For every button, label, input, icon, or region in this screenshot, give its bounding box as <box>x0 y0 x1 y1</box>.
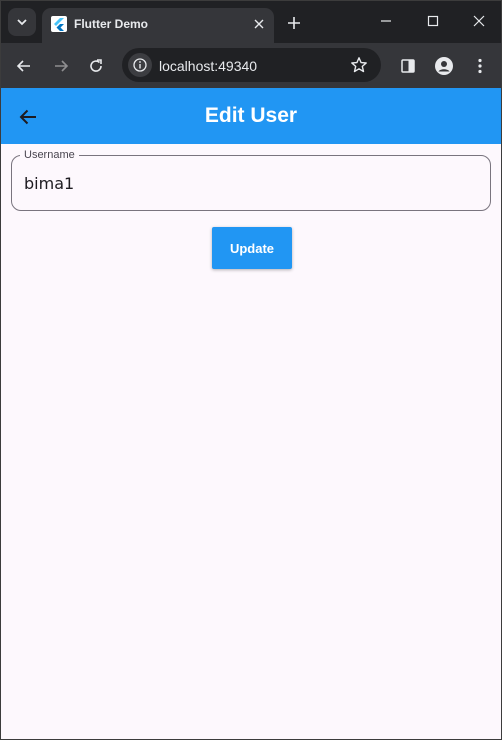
browser-menu-button[interactable] <box>466 52 494 80</box>
new-tab-button[interactable] <box>283 12 305 34</box>
reload-button[interactable] <box>82 52 110 80</box>
bookmark-button[interactable] <box>348 54 370 76</box>
page-title: Edit User <box>204 104 298 127</box>
close-icon <box>473 15 485 27</box>
plus-icon <box>288 17 300 29</box>
browser-toolbar: localhost:49340 <box>1 43 501 88</box>
browser-tab[interactable]: Flutter Demo <box>42 8 274 43</box>
app-bar: Edit User <box>1 88 501 144</box>
username-field[interactable]: Username <box>11 149 491 211</box>
site-info-button[interactable] <box>128 53 152 77</box>
window-close-button[interactable] <box>464 8 494 34</box>
minimize-icon <box>381 20 391 22</box>
tab-title: Flutter Demo <box>74 17 149 31</box>
minimize-button[interactable] <box>371 8 401 34</box>
arrow-left-icon <box>16 60 30 72</box>
url-text: localhost:49340 <box>159 58 258 74</box>
info-icon <box>133 58 147 72</box>
side-panel-button[interactable] <box>394 52 422 80</box>
star-icon <box>351 57 367 73</box>
reload-icon <box>90 59 102 72</box>
username-input[interactable] <box>24 174 474 193</box>
close-icon <box>254 19 264 29</box>
chevron-down-icon <box>17 19 27 26</box>
forward-button[interactable] <box>47 52 75 80</box>
browser-window: Flutter Demo localhost:49340 Edit User U… <box>0 0 502 740</box>
account-icon <box>435 57 453 75</box>
profile-button[interactable] <box>430 52 458 80</box>
app-page: Edit User Username Update <box>1 88 501 739</box>
arrow-right-icon <box>55 60 69 72</box>
more-vert-icon <box>478 58 482 74</box>
tab-close-button[interactable] <box>250 15 268 33</box>
address-bar[interactable]: localhost:49340 <box>122 48 381 82</box>
side-panel-icon <box>401 59 415 73</box>
back-button[interactable] <box>10 52 38 80</box>
tab-strip: Flutter Demo <box>1 1 501 43</box>
tab-search-button[interactable] <box>8 8 36 36</box>
flutter-logo-icon <box>51 16 67 32</box>
maximize-icon <box>427 15 439 27</box>
update-button[interactable]: Update <box>212 227 292 269</box>
username-label: Username <box>20 149 79 161</box>
maximize-button[interactable] <box>418 8 448 34</box>
